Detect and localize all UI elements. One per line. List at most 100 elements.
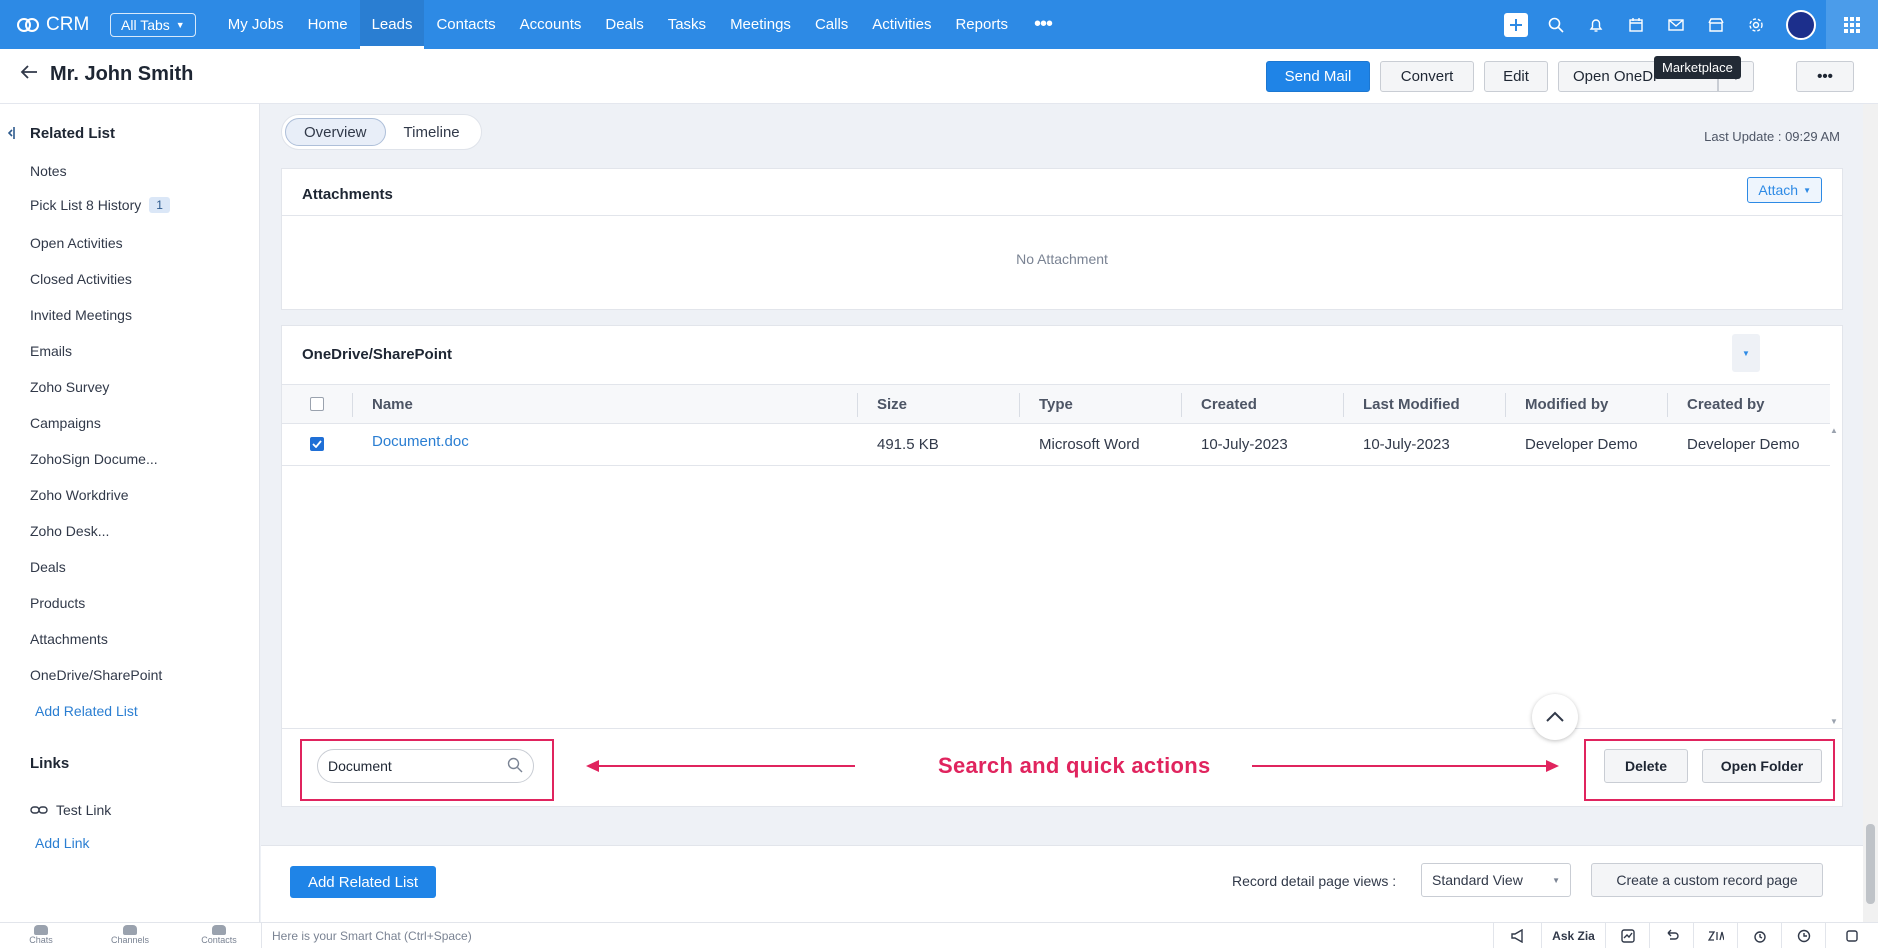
file-type: Microsoft Word <box>1039 436 1140 453</box>
crm-logo[interactable]: CRM <box>16 14 96 36</box>
history-icon[interactable] <box>1781 923 1825 948</box>
bell-icon[interactable] <box>1576 0 1616 49</box>
sidebar-item-zoho-workdrive[interactable]: Zoho Workdrive <box>30 487 129 503</box>
search-icon[interactable] <box>507 757 523 776</box>
sidebar-item-zoho-survey[interactable]: Zoho Survey <box>30 379 109 395</box>
table-row[interactable]: Document.doc 491.5 KB Microsoft Word 10-… <box>282 424 1830 466</box>
column-size[interactable]: Size <box>877 396 907 413</box>
more-tabs-icon[interactable]: ••• <box>1020 0 1066 49</box>
mail-icon[interactable] <box>1656 0 1696 49</box>
sidebar-item-closed-activities[interactable]: Closed Activities <box>30 271 132 287</box>
user-avatar[interactable] <box>1786 9 1816 40</box>
nav-my-jobs[interactable]: My Jobs <box>216 0 296 49</box>
sidebar-item-products[interactable]: Products <box>30 595 85 611</box>
section-options-dropdown[interactable]: ▼ <box>1732 334 1760 372</box>
sidebar-item-open-activities[interactable]: Open Activities <box>30 235 123 251</box>
attach-label: Attach <box>1758 182 1799 198</box>
announcement-icon[interactable] <box>1493 923 1541 948</box>
sidebar-item-campaigns[interactable]: Campaigns <box>30 415 101 431</box>
column-created[interactable]: Created <box>1201 396 1257 413</box>
column-created-by[interactable]: Created by <box>1687 396 1765 413</box>
convert-button[interactable]: Convert <box>1380 61 1474 92</box>
view-value: Standard View <box>1432 872 1523 888</box>
calendar-icon[interactable] <box>1616 0 1656 49</box>
count-badge: 1 <box>149 197 170 213</box>
zia-icon[interactable] <box>1693 923 1737 948</box>
alarm-clock-icon[interactable] <box>1737 923 1781 948</box>
sidebar-item-onedrive-sharepoint[interactable]: OneDrive/SharePoint <box>30 667 162 683</box>
search-icon[interactable] <box>1536 0 1576 49</box>
nav-activities[interactable]: Activities <box>860 0 943 49</box>
plus-icon <box>1504 12 1528 37</box>
quick-create-button[interactable] <box>1496 0 1536 49</box>
table-scrollbar[interactable]: ▲ ▼ <box>1828 426 1840 726</box>
ask-zia-button[interactable]: Ask Zia <box>1541 923 1605 948</box>
chats-button[interactable]: Chats <box>21 925 61 945</box>
channels-button[interactable]: Channels <box>110 925 150 945</box>
page-scrollbar-thumb[interactable] <box>1866 824 1875 904</box>
nav-home[interactable]: Home <box>296 0 360 49</box>
search-value: Document <box>328 758 392 774</box>
sidebar-item-deals[interactable]: Deals <box>30 559 66 575</box>
open-folder-button[interactable]: Open Folder <box>1702 749 1822 783</box>
column-modified-by[interactable]: Modified by <box>1525 396 1608 413</box>
send-mail-button[interactable]: Send Mail <box>1266 61 1370 92</box>
column-type[interactable]: Type <box>1039 396 1073 413</box>
file-search-input[interactable]: Document <box>317 749 534 783</box>
sidebar-item-zohosign-documents[interactable]: ZohoSign Docume... <box>30 451 158 467</box>
scroll-down-arrow-icon[interactable]: ▼ <box>1830 717 1838 726</box>
file-last-modified: 10-July-2023 <box>1363 436 1450 453</box>
app-grid-icon[interactable] <box>1826 0 1878 49</box>
nav-reports[interactable]: Reports <box>943 0 1020 49</box>
marketplace-icon[interactable] <box>1696 0 1736 49</box>
nav-deals[interactable]: Deals <box>593 0 655 49</box>
create-custom-page-button[interactable]: Create a custom record page <box>1591 863 1823 897</box>
nav-leads[interactable]: Leads <box>359 0 425 49</box>
select-all-checkbox[interactable] <box>310 397 324 411</box>
file-modified-by: Developer Demo <box>1525 436 1638 453</box>
edit-button[interactable]: Edit <box>1484 61 1548 92</box>
analytics-icon[interactable] <box>1605 923 1649 948</box>
collapse-sidebar-icon[interactable] <box>7 126 16 143</box>
undo-icon[interactable] <box>1649 923 1693 948</box>
all-tabs-dropdown[interactable]: All Tabs ▼ <box>110 12 196 37</box>
sidebar-item-pick-list-history[interactable]: Pick List 8 History 1 <box>30 197 170 213</box>
top-right-actions <box>1496 0 1878 49</box>
add-related-list-button[interactable]: Add Related List <box>290 866 436 898</box>
delete-button[interactable]: Delete <box>1604 749 1688 783</box>
attachments-section: Attachments Attach ▼ No Attachment <box>281 168 1843 310</box>
page-scrollbar[interactable] <box>1863 104 1878 922</box>
nav-meetings[interactable]: Meetings <box>718 0 803 49</box>
more-actions-button[interactable]: ••• <box>1796 61 1854 92</box>
scroll-to-top-button[interactable] <box>1532 694 1578 740</box>
nav-tasks[interactable]: Tasks <box>656 0 718 49</box>
attach-button[interactable]: Attach ▼ <box>1747 177 1822 203</box>
row-checkbox[interactable] <box>310 437 324 451</box>
add-link[interactable]: Add Link <box>35 835 89 851</box>
test-link[interactable]: Test Link <box>30 802 111 818</box>
nav-contacts[interactable]: Contacts <box>424 0 507 49</box>
nav-accounts[interactable]: Accounts <box>508 0 594 49</box>
tab-overview[interactable]: Overview <box>285 118 386 146</box>
sidebar-item-label: Invited Meetings <box>30 307 132 323</box>
file-name-link[interactable]: Document.doc <box>372 433 469 450</box>
nav-calls[interactable]: Calls <box>803 0 860 49</box>
scroll-up-arrow-icon[interactable]: ▲ <box>1830 426 1838 435</box>
chats-label: Chats <box>29 935 53 945</box>
column-last-modified[interactable]: Last Modified <box>1363 396 1460 413</box>
column-name[interactable]: Name <box>372 396 413 413</box>
sidebar-item-notes[interactable]: Notes <box>30 163 67 179</box>
feedback-icon[interactable] <box>1825 923 1878 948</box>
record-view-select[interactable]: Standard View ▼ <box>1421 863 1571 897</box>
chevron-up-icon <box>1546 711 1564 722</box>
sidebar-item-invited-meetings[interactable]: Invited Meetings <box>30 307 132 323</box>
smart-chat-input[interactable]: Here is your Smart Chat (Ctrl+Space) <box>261 923 472 948</box>
back-arrow-icon[interactable] <box>20 64 38 83</box>
sidebar-item-zoho-desk[interactable]: Zoho Desk... <box>30 523 109 539</box>
add-related-list-link[interactable]: Add Related List <box>35 703 138 719</box>
sidebar-item-attachments[interactable]: Attachments <box>30 631 108 647</box>
sidebar-item-emails[interactable]: Emails <box>30 343 72 359</box>
contacts-button[interactable]: Contacts <box>199 925 239 945</box>
gear-icon[interactable] <box>1736 0 1776 49</box>
tab-timeline[interactable]: Timeline <box>386 118 478 146</box>
